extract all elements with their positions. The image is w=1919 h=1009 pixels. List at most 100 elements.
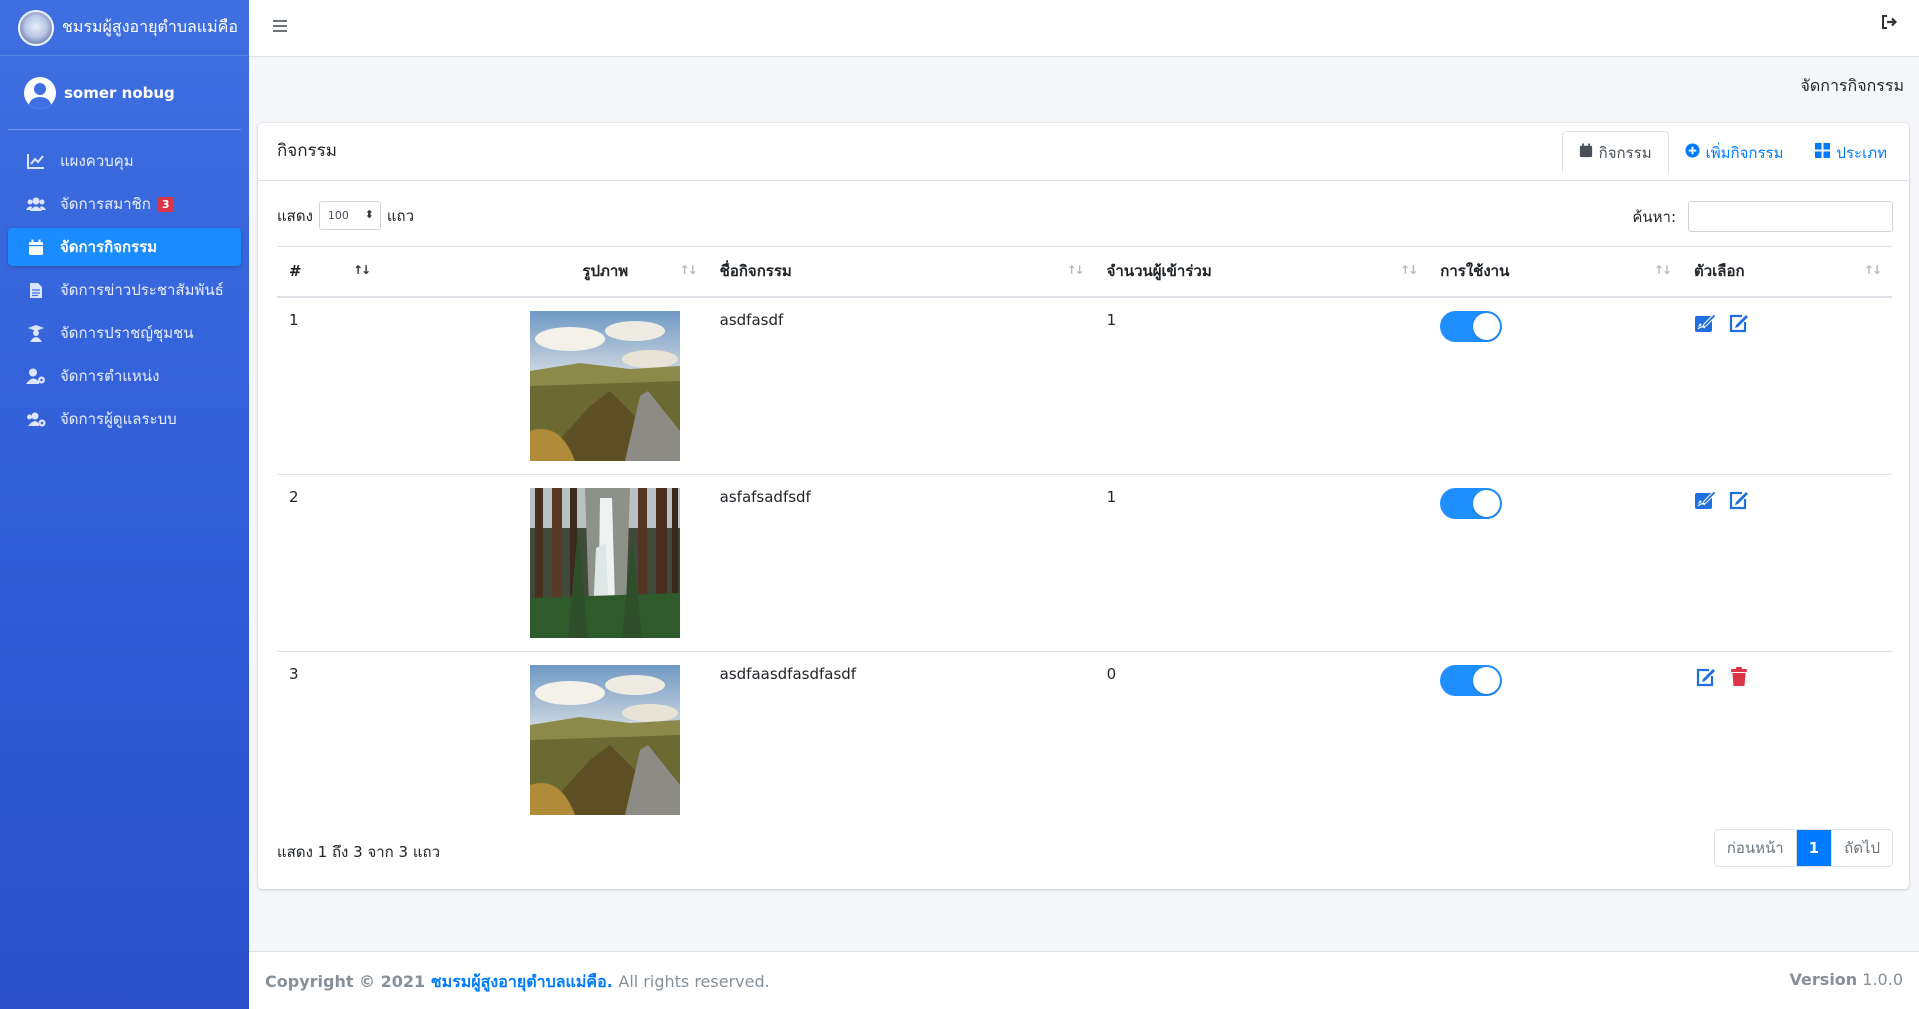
brand-link[interactable]: ชมรมผู้สูงอายุตำบลแม่คือ — [0, 0, 249, 56]
sort-icon: ↑↓ — [1863, 263, 1882, 277]
org-link[interactable]: ชมรมผู้สูงอายุตำบลแม่คือ. — [431, 972, 613, 991]
sidebar-item-label: จัดการข่าวประชาสัมพันธ์ — [60, 281, 224, 299]
column-header-name[interactable]: ชื่อกิจกรรม ↑↓ — [707, 246, 1095, 298]
sidebar-item-news[interactable]: จัดการข่าวประชาสัมพันธ์ — [8, 271, 241, 309]
landscape-road-photo[interactable] — [530, 664, 681, 815]
copyright-text: Copyright © 2021 — [265, 972, 426, 991]
sidebar-item-dashboard[interactable]: แผงควบคุม — [8, 142, 241, 180]
activities-table: # ↑↓ รูปภาพ ↑↓ ชื่อกิจกรรม ↑↓ จำนวนผู้เข้าร… — [277, 246, 1892, 828]
edit-icon[interactable] — [1694, 665, 1718, 689]
rights-text: All rights reserved. — [618, 972, 770, 991]
teacher-icon — [26, 324, 46, 342]
participants-count: 1 — [1094, 474, 1429, 652]
participants-count: 1 — [1094, 296, 1429, 475]
card-header: กิจกรรม กิจกรรม เพิ่มกิจกรรม ประเภท — [258, 123, 1909, 181]
hamburger-menu-icon[interactable] — [273, 20, 287, 32]
column-header-options[interactable]: ตัวเลือก ↑↓ — [1681, 246, 1892, 298]
sidebar: ชมรมผู้สูงอายุตำบลแม่คือ somer nobug แผง… — [0, 0, 249, 1009]
next-page-button[interactable]: ถัดไป — [1832, 830, 1892, 866]
sidebar-item-label: แผงควบคุม — [60, 152, 134, 170]
search-label: ค้นหา: — [1632, 207, 1676, 226]
tab-categories[interactable]: ประเภท — [1799, 131, 1903, 174]
users-cog-icon — [26, 410, 46, 428]
card-title: กิจกรรม — [277, 141, 338, 161]
card-tabs: กิจกรรม เพิ่มกิจกรรม ประเภท — [1561, 131, 1903, 174]
table-row: 3 asdfaasdfasdfasdf 0 — [277, 651, 1892, 828]
members-badge: 3 — [156, 196, 175, 212]
sidebar-item-activities[interactable]: จัดการกิจกรรม — [8, 228, 241, 266]
page-1-button[interactable]: 1 — [1796, 830, 1833, 866]
activity-name: asdfaasdfasdfasdf — [719, 664, 857, 683]
sidebar-item-sages[interactable]: จัดการปราชญ์ชุมชน — [8, 314, 241, 352]
sidebar-item-admins[interactable]: จัดการผู้ดูแลระบบ — [8, 400, 241, 438]
sidebar-item-positions[interactable]: จัดการตำแหน่ง — [8, 357, 241, 395]
tab-label: ประเภท — [1836, 143, 1887, 162]
brand-name: ชมรมผู้สูงอายุตำบลแม่คือ — [62, 17, 238, 36]
participants-count: 0 — [1106, 664, 1117, 683]
column-header-participants[interactable]: จำนวนผู้เข้าร่วม ↑↓ — [1094, 246, 1429, 298]
column-header-status[interactable]: การใช้งาน ↑↓ — [1428, 246, 1682, 298]
search-input[interactable] — [1688, 201, 1893, 232]
user-panel[interactable]: somer nobug — [8, 56, 241, 130]
previous-page-button[interactable]: ก่อนหน้า — [1715, 830, 1797, 866]
version-number: 1.0.0 — [1862, 970, 1903, 989]
sidebar-item-members[interactable]: จัดการสมาชิก 3 — [8, 185, 241, 223]
landscape-road-photo[interactable] — [530, 310, 681, 461]
status-toggle[interactable] — [1440, 487, 1503, 519]
status-cell — [1428, 474, 1682, 652]
edit-sign-icon[interactable] — [1694, 311, 1718, 335]
sort-icon: ↑↓ — [1653, 263, 1672, 277]
pagination: ก่อนหน้า 1 ถัดไป — [1713, 829, 1893, 867]
show-label: แสดง — [277, 206, 313, 225]
chart-line-icon — [26, 152, 46, 170]
brand-logo — [18, 9, 54, 46]
actions-cell — [1681, 296, 1892, 475]
edit-icon[interactable] — [1727, 488, 1751, 512]
user-avatar-icon — [24, 76, 56, 109]
edit-icon[interactable] — [1727, 311, 1751, 335]
column-header-image[interactable]: รูปภาพ ↑↓ — [502, 246, 708, 298]
user-name: somer nobug — [64, 83, 175, 102]
sort-icon: ↑↓ — [353, 263, 371, 277]
image-cell — [503, 651, 708, 828]
search-control: ค้นหา: — [1632, 201, 1893, 232]
row-number: 2 — [277, 474, 503, 652]
page-title: จัดการกิจกรรม — [1800, 76, 1904, 95]
sign-out-icon[interactable] — [1881, 14, 1898, 35]
tab-add-activity[interactable]: เพิ่มกิจกรรม — [1669, 131, 1800, 174]
sidebar-item-label: จัดการกิจกรรม — [60, 238, 158, 256]
page-length-select[interactable]: 100 — [318, 201, 381, 230]
grid-icon — [1815, 143, 1831, 162]
table-info: แสดง 1 ถึง 3 จาก 3 แถว — [277, 843, 441, 861]
status-toggle[interactable] — [1440, 664, 1503, 696]
image-cell — [502, 474, 708, 652]
actions-cell — [1681, 474, 1892, 652]
tab-activities[interactable]: กิจกรรม — [1561, 131, 1669, 174]
tab-label: เพิ่มกิจกรรม — [1705, 143, 1784, 162]
activity-name: asfafsadfsdf — [707, 474, 1095, 652]
table-row: 1 asdfasdf 1 — [277, 296, 1892, 475]
users-icon — [26, 195, 46, 213]
version-label: Version — [1789, 970, 1858, 989]
plus-circle-icon — [1685, 143, 1700, 162]
calendar-icon — [26, 238, 46, 256]
sort-icon: ↑↓ — [1400, 263, 1418, 277]
trash-icon[interactable] — [1727, 665, 1751, 689]
status-cell — [1428, 296, 1682, 475]
activities-card: กิจกรรม กิจกรรม เพิ่มกิจกรรม ประเภท แสดง… — [258, 123, 1909, 889]
status-cell — [1428, 651, 1682, 828]
calendar-icon — [1579, 143, 1593, 162]
table-header-row: # ↑↓ รูปภาพ ↑↓ ชื่อกิจกรรม ↑↓ จำนวนผู้เข้าร… — [277, 246, 1892, 298]
image-cell — [502, 296, 708, 475]
activity-name: asdfasdf — [707, 296, 1095, 475]
column-header-number[interactable]: # ↑↓ — [277, 246, 503, 298]
sidebar-item-label: จัดการสมาชิก — [60, 195, 151, 213]
edit-sign-icon[interactable] — [1694, 488, 1718, 512]
status-toggle[interactable] — [1440, 310, 1503, 342]
file-icon — [26, 281, 46, 299]
table-row: 2 asfafsadfsdf 1 — [277, 474, 1892, 652]
top-navbar — [249, 0, 1919, 57]
user-cog-icon — [26, 367, 46, 385]
row-number: 3 — [289, 664, 299, 683]
waterfall-forest-photo[interactable] — [530, 487, 681, 638]
